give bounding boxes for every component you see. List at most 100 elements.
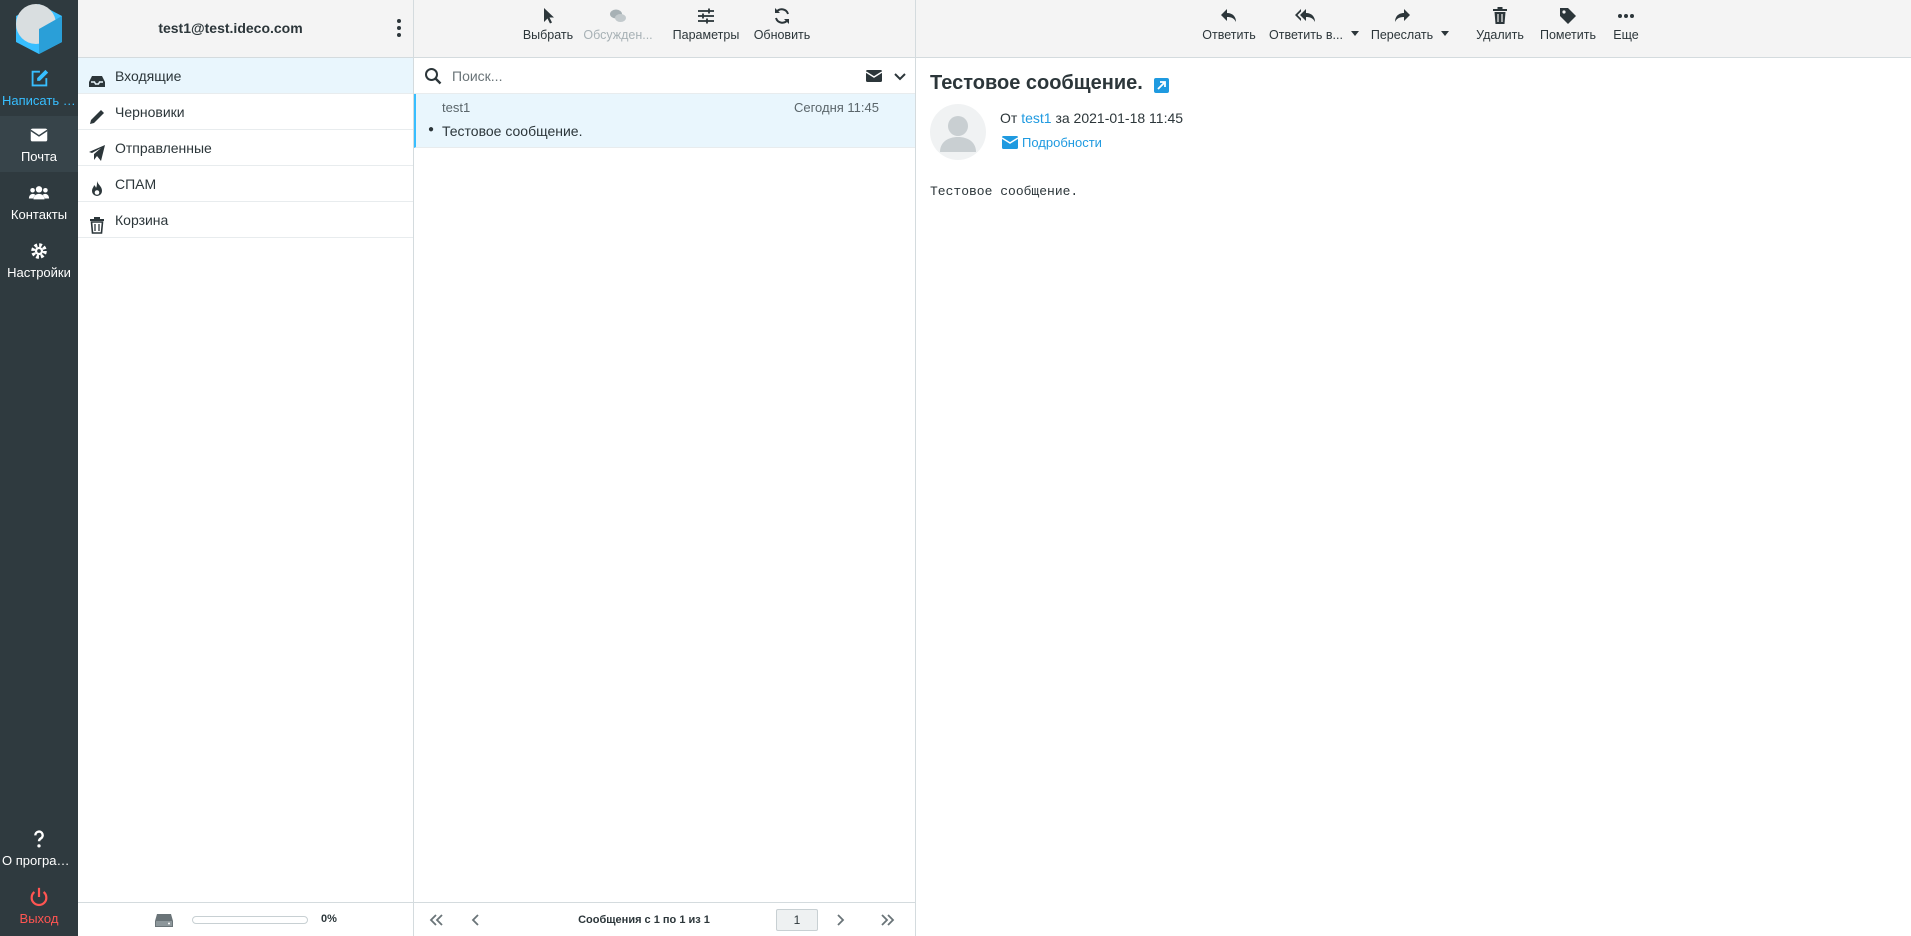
- unread-dot-icon: ●: [428, 124, 435, 135]
- next-page-icon[interactable]: [832, 913, 848, 927]
- quota-percent: 0%: [321, 913, 337, 925]
- search-input[interactable]: [450, 64, 830, 88]
- vertical-dots-icon[interactable]: [393, 18, 405, 38]
- message-toolbar: Ответить Ответить в... Переслать Удалить: [916, 0, 1911, 58]
- reply-label: Ответить: [1202, 28, 1256, 42]
- contacts-button[interactable]: Контакты: [0, 174, 78, 230]
- reply-all-icon: [1266, 6, 1346, 28]
- message-subject: Тестовое сообщение.: [442, 123, 583, 139]
- refresh-button[interactable]: Обновить: [750, 6, 814, 52]
- select-label: Выбрать: [522, 28, 574, 42]
- quota-footer: 0%: [78, 902, 413, 936]
- chevron-down-icon[interactable]: [893, 70, 907, 82]
- mail-button[interactable]: Почта: [0, 116, 78, 172]
- sliders-icon: [668, 6, 744, 28]
- gear-icon: [0, 240, 78, 262]
- refresh-label: Обновить: [753, 28, 811, 42]
- envelope-filter-icon[interactable]: [865, 68, 883, 84]
- reply-icon: [1198, 6, 1260, 28]
- hard-drive-icon: [154, 911, 174, 929]
- logout-label: Выход: [19, 911, 59, 926]
- sender-link[interactable]: test1: [1021, 110, 1051, 126]
- settings-button[interactable]: Настройки: [0, 232, 78, 288]
- folders-header: test1@test.ideco.com: [78, 0, 413, 58]
- account-name: test1@test.ideco.com: [158, 20, 303, 36]
- forward-label: Переслать: [1370, 28, 1434, 42]
- reply-button[interactable]: Ответить: [1198, 6, 1260, 52]
- external-link-icon[interactable]: [1154, 76, 1170, 94]
- pencil-icon: [88, 103, 106, 124]
- folder-drafts[interactable]: Черновики: [78, 94, 413, 130]
- first-page-icon[interactable]: [428, 913, 444, 927]
- message-title-text: Тестовое сообщение.: [930, 72, 1143, 94]
- paper-plane-icon: [88, 139, 106, 161]
- message-title: Тестовое сообщение.: [930, 72, 1170, 95]
- folder-label: СПАМ: [115, 176, 157, 192]
- message-row[interactable]: test1 Сегодня 11:45 ● Тестовое сообщение…: [414, 94, 915, 148]
- details-link[interactable]: Подробности: [1001, 135, 1102, 150]
- forward-icon: [1368, 6, 1436, 28]
- folder-label: Входящие: [115, 68, 182, 84]
- page-number-input[interactable]: 1: [776, 909, 818, 931]
- details-label: Подробности: [1022, 135, 1102, 150]
- users-icon: [0, 182, 78, 204]
- forward-button[interactable]: Переслать: [1368, 6, 1436, 52]
- options-button[interactable]: Параметры: [668, 6, 744, 52]
- folder-spam[interactable]: СПАМ: [78, 166, 413, 202]
- delete-button[interactable]: Удалить: [1472, 6, 1528, 52]
- trash-icon: [88, 211, 106, 234]
- reply-all-button[interactable]: Ответить в...: [1266, 6, 1346, 52]
- message-body: Тестовое сообщение.: [930, 184, 1079, 199]
- folder-trash[interactable]: Корзина: [78, 202, 413, 238]
- search-icon: [424, 67, 442, 85]
- from-prefix: От: [1000, 110, 1018, 126]
- about-label: О програм...: [2, 853, 77, 868]
- tag-icon: [1536, 6, 1600, 28]
- logout-button[interactable]: Выход: [0, 878, 78, 934]
- previous-page-icon[interactable]: [468, 913, 484, 927]
- refresh-icon: [750, 6, 814, 28]
- envelope-icon: [1001, 136, 1019, 149]
- folder-inbox[interactable]: Входящие: [78, 58, 413, 94]
- envelope-icon: [0, 124, 78, 146]
- comments-icon: [582, 6, 654, 28]
- avatar: [930, 104, 986, 160]
- forward-dropdown-icon[interactable]: [1440, 24, 1450, 36]
- options-label: Параметры: [672, 28, 740, 42]
- search-bar: [414, 58, 915, 94]
- more-button[interactable]: Еще: [1606, 6, 1646, 52]
- question-icon: [0, 828, 78, 850]
- contacts-label: Контакты: [10, 207, 68, 222]
- mark-label: Пометить: [1539, 28, 1596, 42]
- settings-label: Настройки: [7, 265, 71, 280]
- message-date-text: за 2021-01-18 11:45: [1055, 110, 1184, 126]
- select-button[interactable]: Выбрать: [520, 6, 576, 52]
- message-list-panel: Выбрать Обсужден... Параметры Обновить П…: [414, 0, 916, 936]
- fire-icon: [88, 175, 106, 196]
- pagination-footer: Сообщения с 1 по 1 из 1 1: [414, 902, 915, 936]
- logo: [12, 2, 66, 56]
- about-button[interactable]: О програм...: [0, 820, 78, 876]
- threads-button[interactable]: Обсужден...: [582, 6, 654, 52]
- ellipsis-icon: [1606, 6, 1646, 28]
- folder-label: Корзина: [115, 212, 169, 228]
- from-line: От test1 за 2021-01-18 11:45: [1000, 110, 1183, 126]
- folder-sent[interactable]: Отправленные: [78, 130, 413, 166]
- folder-label: Черновики: [115, 104, 185, 120]
- message-preview-panel: Ответить Ответить в... Переслать Удалить: [916, 0, 1911, 936]
- list-toolbar: Выбрать Обсужден... Параметры Обновить: [414, 0, 915, 58]
- mark-button[interactable]: Пометить: [1536, 6, 1600, 52]
- compose-button[interactable]: Написать с...: [0, 60, 78, 116]
- message-date: Сегодня 11:45: [793, 100, 879, 115]
- power-icon: [0, 886, 78, 908]
- threads-label: Обсужден...: [583, 28, 653, 42]
- quota-bar: [192, 916, 308, 924]
- more-label: Еще: [1613, 28, 1639, 42]
- reply-all-dropdown-icon[interactable]: [1350, 24, 1360, 36]
- reply-all-label[interactable]: Ответить в...: [1266, 28, 1346, 42]
- navigation-bar: Написать с... Почта Контакты Настройки О…: [0, 0, 78, 936]
- message-sender: test1: [442, 100, 471, 115]
- mail-label: Почта: [20, 149, 58, 164]
- last-page-icon[interactable]: [880, 913, 896, 927]
- inbox-icon: [88, 67, 106, 87]
